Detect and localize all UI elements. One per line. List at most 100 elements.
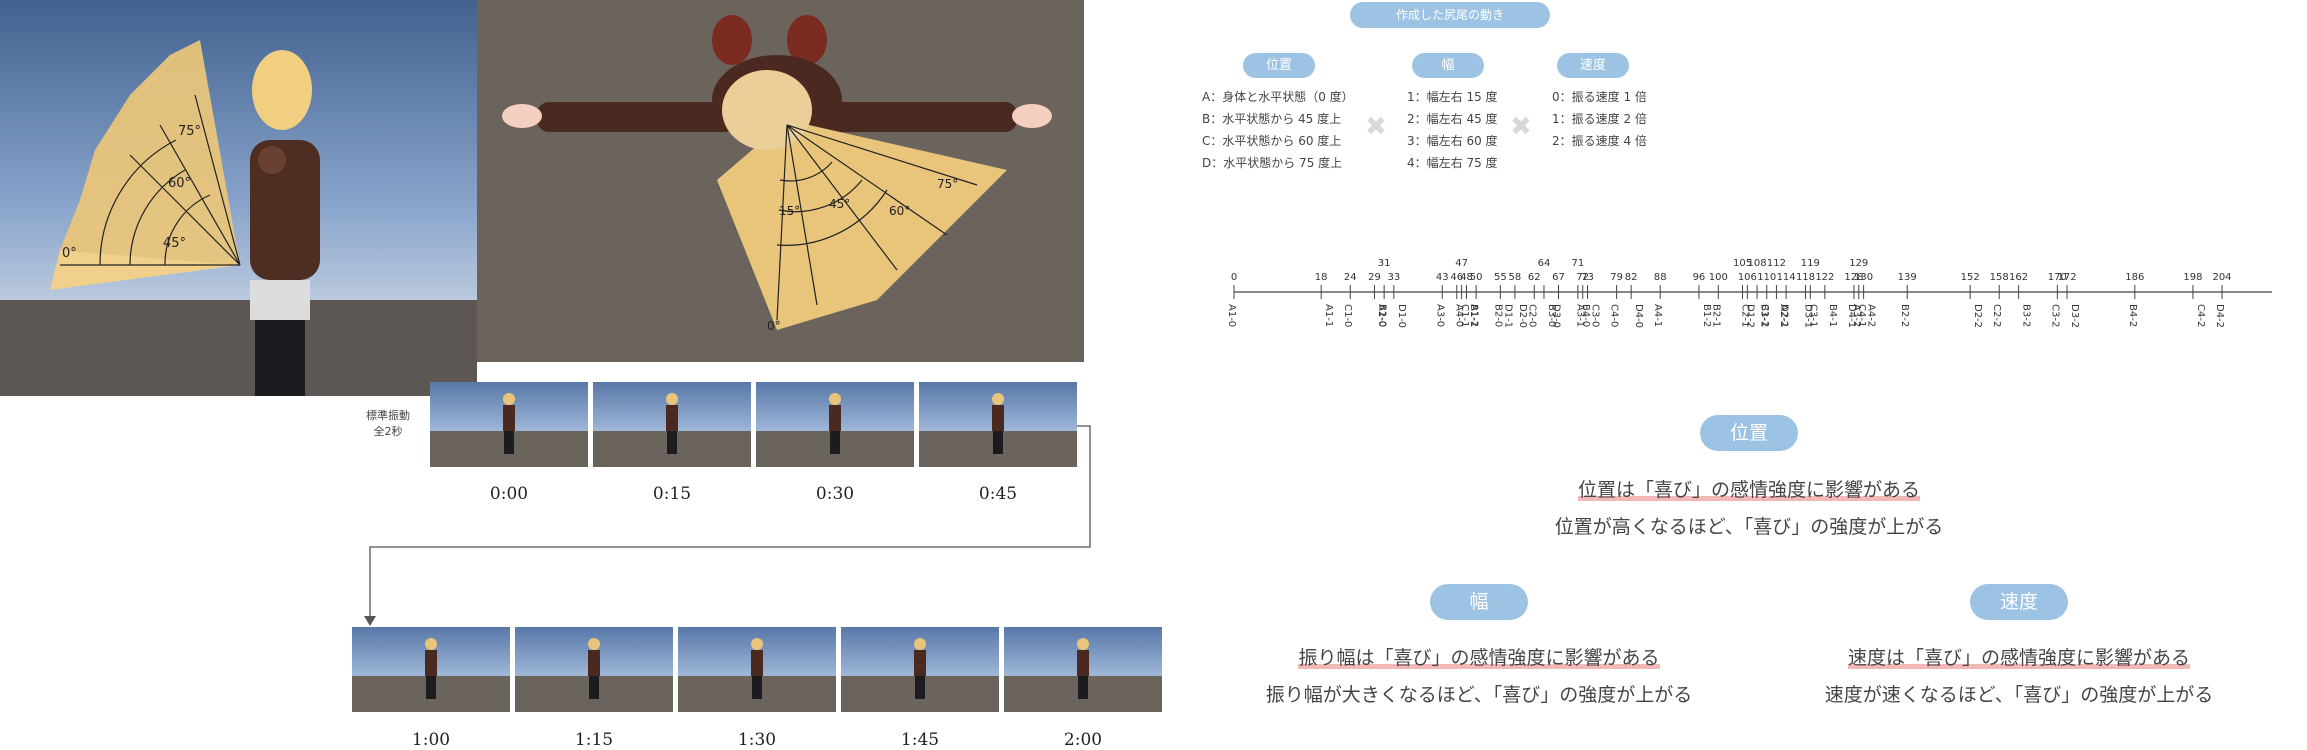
axis-tick-label: 139: [1898, 272, 1917, 283]
frame-1-00: [352, 627, 510, 712]
axis-code-label: D4-2: [2214, 304, 2225, 328]
legend-item: C：水平状態から 60 度上: [1202, 134, 1342, 148]
axis-tick-label: 110: [1757, 272, 1776, 283]
axis-tick-label: 64: [1538, 258, 1551, 269]
finding-width-line1: 振り幅は「喜び」の感情強度に影響がある: [1298, 647, 1660, 669]
axis-tick-label: 73: [1581, 272, 1594, 283]
frame-2-00: [1004, 627, 1162, 712]
axis-tick-label: 186: [2125, 272, 2144, 283]
axis-tick-label: 204: [2212, 272, 2231, 283]
axis-code-label: C1-0: [1342, 304, 1353, 327]
axis-code-label: D2-2: [1972, 304, 1983, 328]
axis-code-label: B4-2: [2127, 304, 2138, 327]
legend-item: B：水平状態から 45 度上: [1202, 112, 1342, 126]
axis-tick-label: 100: [1709, 272, 1728, 283]
finding-speed-line1: 速度は「喜び」の感情強度に影響がある: [1847, 647, 2190, 669]
legend-speed-pill: 速度: [1557, 53, 1629, 78]
axis-tick-label: 58: [1509, 272, 1522, 283]
axis-code-label: C4-0: [1609, 304, 1620, 327]
axis-tick-label: 43: [1436, 272, 1449, 283]
top-angle-0: 0°: [767, 319, 781, 333]
time-label: 1:30: [737, 730, 777, 750]
tail-side-view-image: 75° 60° 45° 0°: [0, 0, 477, 396]
legend-item: 3：幅左右 60 度: [1407, 134, 1498, 148]
axis-tick-label: 112: [1767, 258, 1786, 269]
axis-code-label: B1-1: [1468, 304, 1479, 327]
finding-position-pill: 位置: [1700, 415, 1798, 451]
axis-tick-label: 82: [1625, 272, 1638, 283]
frame-1-45: [841, 627, 999, 712]
side-angle-75: 75°: [178, 124, 201, 139]
legend-item: 1：振る速度 2 倍: [1552, 112, 1647, 126]
axis-code-label: C4-2: [2195, 304, 2206, 327]
axis-tick-label: 130: [1854, 272, 1873, 283]
axis-tick-label: 67: [1552, 272, 1565, 283]
legend-item: A：身体と水平状態（0 度）: [1202, 90, 1354, 104]
axis-tick-label: 47: [1455, 258, 1468, 269]
axis-code-label: D2-0: [1517, 304, 1528, 328]
multiply-icon: ✖: [1365, 112, 1387, 142]
axis-tick-label: 71: [1571, 258, 1584, 269]
axis-code-label: C3-0: [1590, 304, 1601, 327]
axis-tick-label: 118: [1796, 272, 1815, 283]
axis-tick-label: 50: [1470, 272, 1483, 283]
axis-code-label: A2-2: [1778, 304, 1789, 327]
axis-code-label: A4-0: [1454, 304, 1465, 327]
axis-tick-label: 62: [1528, 272, 1541, 283]
side-angle-60: 60°: [168, 176, 191, 191]
tail-motion-header: 作成した尻尾の動き: [1350, 2, 1550, 28]
axis-code-label: A3-0: [1434, 304, 1445, 327]
axis-code-label: C2-1: [1739, 304, 1750, 327]
axis-code-label: A4-1: [1652, 304, 1663, 327]
axis-tick-label: 0: [1231, 272, 1237, 283]
axis-code-label: A3-1: [1575, 304, 1586, 327]
axis-tick-label: 162: [2009, 272, 2028, 283]
legend-item: 4：幅左右 75 度: [1407, 156, 1498, 170]
finding-position-line1: 位置は「喜び」の感情強度に影響がある: [1577, 479, 1920, 501]
axis-code-label: A4-2: [1866, 304, 1877, 327]
axis-tick-label: 55: [1494, 272, 1507, 283]
legend-width-pill: 幅: [1412, 53, 1484, 78]
axis-code-label: B4-1: [1827, 304, 1838, 327]
axis-tick-label: 152: [1961, 272, 1980, 283]
side-angle-45: 45°: [163, 236, 186, 251]
axis-tick-label: 198: [2183, 272, 2202, 283]
time-label: 1:45: [900, 730, 940, 750]
axis-code-label: A3-2: [1851, 304, 1862, 327]
axis-code-label: B3-2: [2021, 304, 2032, 327]
axis-code-label: A1-0: [1226, 304, 1237, 327]
axis-tick-label: 172: [2057, 272, 2076, 283]
finding-speed-line2: 速度が速くなるほど、「喜び」の強度が上がる: [1824, 684, 2214, 706]
top-angle-15: 15°: [779, 204, 800, 218]
axis-tick-label: 88: [1654, 272, 1667, 283]
axis-code-label: A2-0: [1376, 304, 1387, 327]
frame-1-30: [678, 627, 836, 712]
axis-code-label: D3-0: [1550, 304, 1561, 328]
axis-tick-label: 79: [1610, 272, 1623, 283]
axis-code-label: D3-2: [2069, 304, 2080, 328]
legend-item: 2：幅左右 45 度: [1407, 112, 1498, 126]
axis-tick-label: 122: [1815, 272, 1834, 283]
axis-code-label: B3-1: [1759, 304, 1770, 327]
frame-1-15: [515, 627, 673, 712]
tail-top-view-image: 15° 45° 60° 75° 0°: [477, 0, 1084, 362]
axis-tick-label: 106: [1738, 272, 1757, 283]
axis-code-label: B1-2: [1701, 304, 1712, 327]
axis-tick-label: 96: [1693, 272, 1706, 283]
legend-item: 2：振る速度 4 倍: [1552, 134, 1647, 148]
axis-code-label: B2-0: [1492, 304, 1503, 327]
top-angle-45: 45°: [829, 197, 850, 211]
legend-item: 1：幅左右 15 度: [1407, 90, 1498, 104]
axis-code-label: D4-0: [1633, 304, 1644, 328]
top-angle-60: 60°: [889, 204, 910, 218]
legend-position-pill: 位置: [1243, 53, 1315, 78]
axis-code-label: D3-1: [1802, 304, 1813, 328]
finding-speed-pill: 速度: [1970, 584, 2068, 620]
axis-code-label: B2-1: [1710, 304, 1721, 327]
frame-connector-arrow: [364, 425, 1091, 626]
legend-item: 0：振る速度 1 倍: [1552, 90, 1647, 104]
side-angle-0: 0°: [62, 246, 77, 261]
time-label: 1:15: [574, 730, 614, 750]
axis-code-label: D1-0: [1396, 304, 1407, 328]
time-label: 2:00: [1063, 730, 1103, 750]
